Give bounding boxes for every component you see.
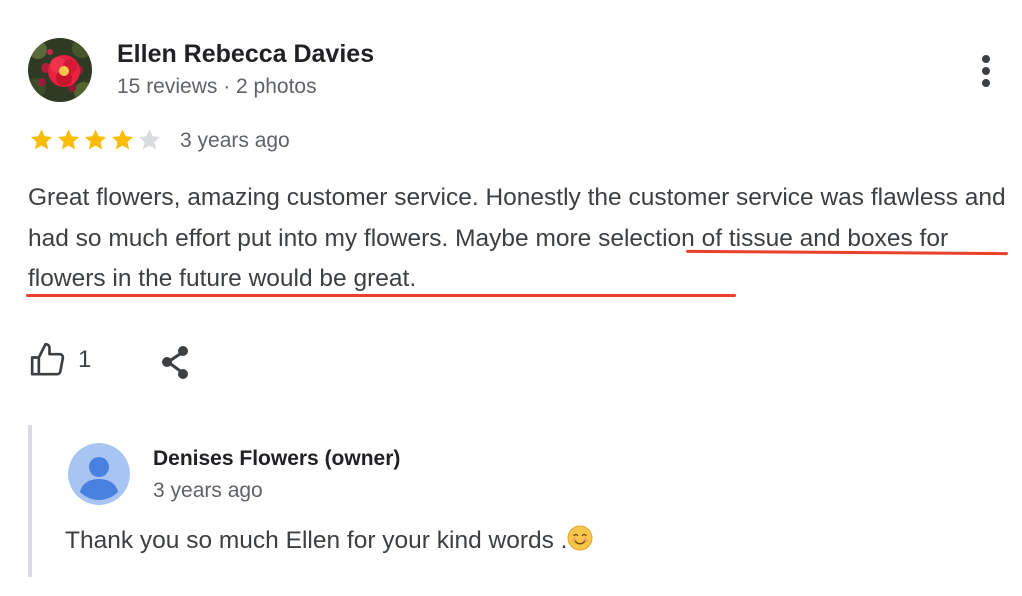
flower-photo-icon <box>28 38 92 102</box>
smiling-face-emoji-icon <box>567 525 593 551</box>
star-filled-icon <box>57 129 80 150</box>
share-button[interactable] <box>156 343 196 383</box>
share-icon <box>162 346 188 379</box>
owner-reply-text: Thank you so much Ellen for your kind wo… <box>65 522 593 560</box>
owner-avatar <box>68 443 130 505</box>
person-icon <box>68 443 130 505</box>
review-text-end: . <box>409 265 417 292</box>
reviewer-meta: 15 reviews · 2 photos <box>117 75 317 98</box>
like-button[interactable]: 1 <box>28 340 91 380</box>
owner-name: Denises Flowers (owner) <box>153 447 401 470</box>
star-filled-icon <box>30 129 53 150</box>
owner-reply-time: 3 years ago <box>153 479 263 502</box>
reviewer-name[interactable]: Ellen Rebecca Davies <box>117 38 374 70</box>
thumbs-up-icon <box>30 342 65 376</box>
owner-reply-text-content: Thank you so much Ellen for your kind wo… <box>65 527 568 554</box>
star-filled-icon <box>111 129 134 150</box>
like-count: 1 <box>78 346 92 373</box>
star-rating <box>28 127 163 153</box>
reviewer-avatar[interactable] <box>28 38 92 102</box>
more-options-button[interactable] <box>966 48 1006 94</box>
star-filled-icon <box>84 129 107 150</box>
highlight-underline <box>26 294 736 297</box>
owner-reply: Denises Flowers (owner) 3 years ago Than… <box>28 425 992 577</box>
more-vertical-icon <box>982 55 990 87</box>
star-empty-icon <box>138 129 161 150</box>
review-time: 3 years ago <box>180 129 290 152</box>
review-text: Great flowers, amazing customer service.… <box>28 178 1013 300</box>
